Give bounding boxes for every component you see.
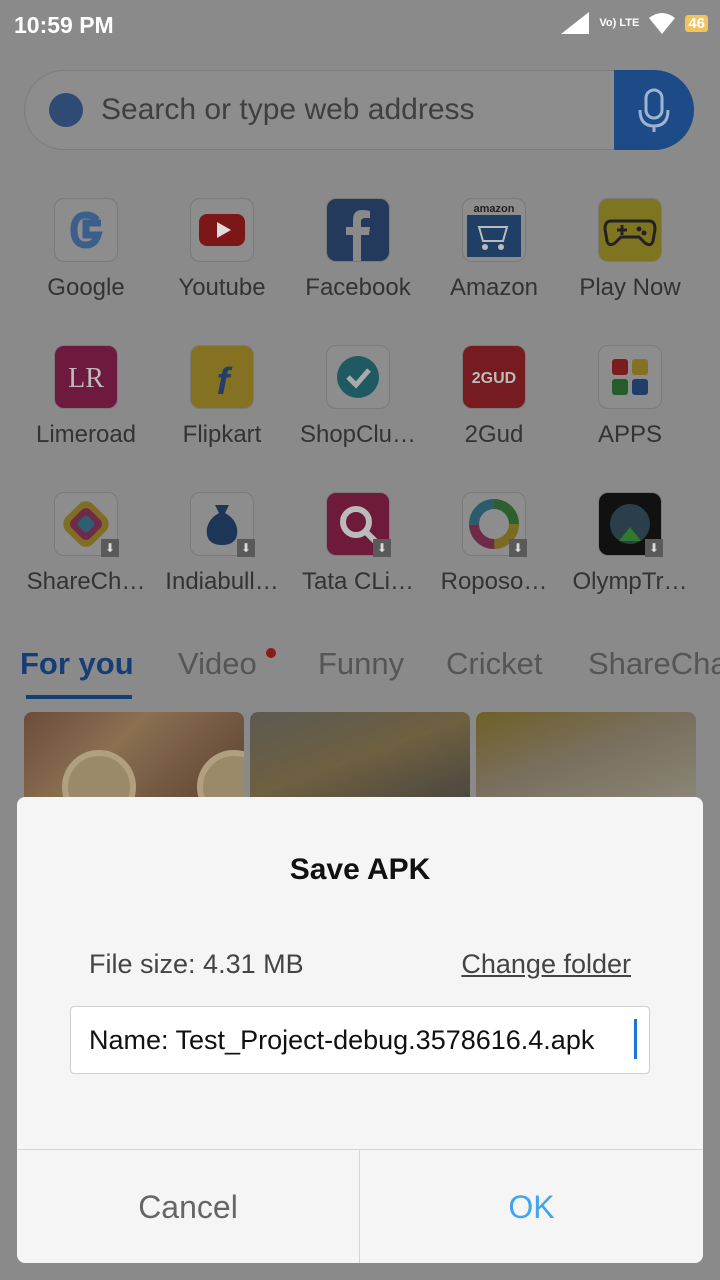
shortcut-label: APPS — [597, 421, 663, 448]
shortcut-label: Facebook — [305, 274, 411, 301]
tatacliq-icon: ⬇ — [326, 492, 391, 557]
shortcut-olymptrade[interactable]: ⬇ OlympTr… — [562, 492, 698, 596]
shortcut-flipkart[interactable]: f Flipkart — [154, 345, 290, 449]
flipkart-icon: f — [190, 345, 254, 409]
shortcut-limeroad[interactable]: LR Limeroad — [18, 345, 154, 449]
roposo-icon: ⬇ — [462, 492, 527, 557]
feed-thumbnail[interactable] — [24, 712, 244, 802]
text-cursor — [634, 1019, 637, 1059]
shortcut-tatacliq[interactable]: ⬇ Tata CLi… — [290, 492, 426, 596]
shortcut-google[interactable]: Google — [18, 198, 154, 302]
shortcut-label: ShareCh… — [26, 568, 146, 595]
download-badge-icon: ⬇ — [645, 539, 663, 557]
shortcut-indiabulls[interactable]: ⬇ Indiabull… — [154, 492, 290, 596]
tab-video[interactable]: Video — [178, 646, 257, 682]
status-time: 10:59 PM — [14, 12, 114, 38]
indiabulls-icon: ⬇ — [190, 492, 255, 557]
file-name-field[interactable]: Name: Test_Project-debug.3578616.4.apk — [70, 1006, 650, 1074]
facebook-icon — [326, 198, 390, 262]
globe-icon — [49, 93, 83, 127]
shortcut-apps[interactable]: APPS — [562, 345, 698, 449]
tab-cricket[interactable]: Cricket — [446, 646, 542, 682]
shortcut-label: OlympTr… — [572, 568, 688, 595]
file-size-row: File size: 4.31 MB — [89, 949, 304, 980]
dialog-buttons: Cancel OK — [17, 1149, 703, 1263]
flipkart-brand-text: f — [217, 361, 233, 403]
shortcut-sharechat[interactable]: ⬇ ShareCh… — [18, 492, 154, 596]
shortcut-label: Play Now — [579, 274, 681, 301]
search-bar[interactable]: Search or type web address — [24, 70, 694, 150]
amazon-brand-text: amazon — [474, 203, 515, 215]
new-content-dot — [266, 648, 276, 658]
battery-badge: 46 — [685, 14, 708, 32]
tab-funny[interactable]: Funny — [318, 646, 404, 682]
shortcut-label: Google — [47, 274, 125, 301]
file-name-value: Name: Test_Project-debug.3578616.4.apk — [89, 1025, 595, 1055]
signal-icon — [561, 12, 590, 34]
download-badge-icon: ⬇ — [373, 539, 391, 557]
file-size-value: 4.31 MB — [203, 949, 304, 979]
limeroad-brand-text: LR — [68, 363, 104, 394]
2gud-icon: 2GUD — [462, 345, 526, 409]
sharechat-icon: ⬇ — [54, 492, 119, 557]
shortcut-play-now[interactable]: Play Now — [562, 198, 698, 302]
network-label: Vo) LTE — [599, 16, 640, 29]
shortcut-2gud[interactable]: 2GUD 2Gud — [426, 345, 562, 449]
feed-tabs: For you Video Funny Cricket ShareCha — [20, 640, 720, 700]
shortcut-label: 2Gud — [464, 421, 524, 448]
status-bar: 10:59 PM Vo) LTE 46 — [0, 0, 720, 52]
olymptrade-icon: ⬇ — [598, 492, 663, 557]
shortcut-label: Youtube — [178, 274, 266, 301]
shortcut-label: Indiabull… — [165, 568, 279, 595]
save-apk-dialog: Save APK File size: 4.31 MB Change folde… — [17, 797, 703, 1263]
download-badge-icon: ⬇ — [237, 539, 255, 557]
amazon-icon: amazon — [462, 198, 526, 262]
shortcut-roposo[interactable]: ⬇ Roposo… — [426, 492, 562, 596]
shortcut-label: Limeroad — [35, 421, 137, 448]
mic-button[interactable] — [614, 70, 694, 150]
shortcut-label: Tata CLi… — [301, 568, 415, 595]
shortcut-amazon[interactable]: amazon Amazon — [426, 198, 562, 302]
status-icons: Vo) LTE 46 — [561, 12, 708, 34]
shortcut-youtube[interactable]: Youtube — [154, 198, 290, 302]
tab-sharechat[interactable]: ShareCha — [588, 646, 720, 682]
download-badge-icon: ⬇ — [101, 539, 119, 557]
gamepad-icon — [598, 198, 662, 262]
limeroad-icon: LR — [54, 345, 118, 409]
shortcut-label: Roposo… — [440, 568, 548, 595]
cancel-button[interactable]: Cancel — [17, 1150, 360, 1263]
feed-thumbnail[interactable] — [476, 712, 696, 802]
shopclues-icon — [326, 345, 390, 409]
wifi-icon — [649, 13, 676, 34]
youtube-icon — [190, 198, 254, 262]
dialog-title: Save APK — [289, 853, 431, 886]
2gud-brand-text: 2GUD — [472, 370, 516, 387]
ok-button[interactable]: OK — [360, 1150, 703, 1263]
mic-icon — [638, 88, 670, 132]
shortcut-label: Amazon — [449, 274, 539, 301]
feed-thumbnail[interactable] — [250, 712, 470, 802]
google-icon — [54, 198, 118, 262]
apps-grid-icon — [598, 345, 662, 409]
tab-for-you[interactable]: For you — [20, 646, 134, 682]
shortcut-facebook[interactable]: Facebook — [290, 198, 426, 302]
shortcut-label: Flipkart — [182, 421, 262, 448]
active-tab-indicator — [26, 695, 132, 699]
shortcut-shopclues[interactable]: ShopClu… — [290, 345, 426, 449]
download-badge-icon: ⬇ — [509, 539, 527, 557]
file-size-label: File size: — [89, 949, 196, 979]
shortcut-label: ShopClu… — [299, 421, 417, 448]
search-input[interactable]: Search or type web address — [101, 93, 475, 127]
change-folder-link[interactable]: Change folder — [461, 949, 631, 980]
